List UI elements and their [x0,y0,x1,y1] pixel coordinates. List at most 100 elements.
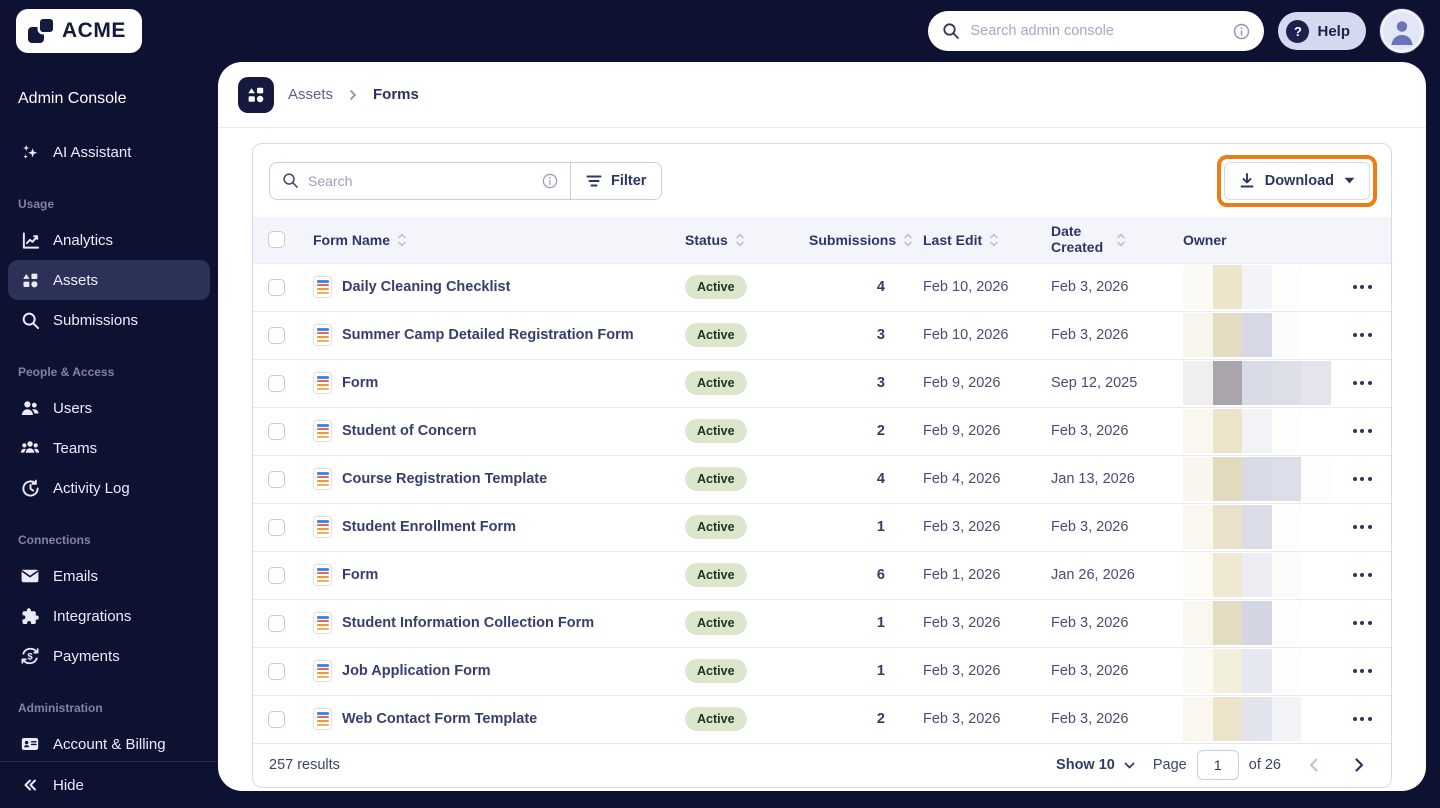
filter-button[interactable]: Filter [571,162,662,199]
row-actions-button[interactable] [1349,567,1376,583]
row-actions-button[interactable] [1349,519,1376,535]
sidebar-item-account-billing[interactable]: Account & Billing [8,724,210,764]
acme-logo[interactable]: ACME [16,9,142,53]
table-row[interactable]: Student Enrollment Form Active 1 Feb 3, … [253,502,1391,551]
form-name[interactable]: Web Contact Form Template [342,711,537,727]
table-row[interactable]: Student of Concern Active 2 Feb 9, 2026 … [253,406,1391,455]
table-row[interactable]: Web Contact Form Template Active 2 Feb 3… [253,694,1391,743]
form-name[interactable]: Course Registration Template [342,471,547,487]
owner-redacted [1183,505,1331,550]
sidebar-item-teams[interactable]: Teams [8,428,210,468]
sort-icon[interactable] [989,233,999,247]
last-edit-date: Feb 4, 2026 [923,471,1001,488]
sidebar-item-label: Analytics [53,231,114,249]
date-created: Feb 3, 2026 [1051,711,1129,728]
form-name[interactable]: Student Enrollment Form [342,519,516,535]
sidebar-item-analytics[interactable]: Analytics [8,220,210,260]
form-icon [313,516,332,539]
topbar: ACME ? Help [0,0,1440,62]
sort-icon[interactable] [1116,233,1126,247]
assets-icon [20,270,40,290]
sidebar-item-label: Teams [53,439,98,457]
row-actions-button[interactable] [1349,423,1376,439]
sidebar-item-payments[interactable]: $ Payments [8,636,210,676]
sidebar-item-emails[interactable]: Emails [8,556,210,596]
table-search-input[interactable] [308,172,533,189]
row-checkbox[interactable] [267,278,285,296]
search-icon [942,22,960,40]
table-header: Form Name Status Submissions Last Edit D… [253,217,1391,263]
table-row[interactable]: Student Information Collection Form Acti… [253,598,1391,647]
form-name[interactable]: Summer Camp Detailed Registration Form [342,327,634,343]
help-button[interactable]: ? Help [1278,12,1366,50]
sort-icon[interactable] [397,233,407,247]
next-page-button[interactable] [1345,751,1373,779]
sort-icon[interactable] [735,233,745,247]
row-checkbox[interactable] [267,422,285,440]
table-row[interactable]: Daily Cleaning Checklist Active 4 Feb 10… [253,262,1391,311]
row-checkbox[interactable] [267,326,285,344]
form-name[interactable]: Form [342,567,378,583]
admin-search-box[interactable] [928,11,1265,51]
date-created: Jan 13, 2026 [1051,471,1135,488]
info-icon[interactable] [1233,23,1250,40]
row-checkbox[interactable] [267,662,285,680]
sidebar-item-users[interactable]: Users [8,388,210,428]
row-checkbox[interactable] [267,470,285,488]
sidebar-item-integrations[interactable]: Integrations [8,596,210,636]
table-search-box[interactable] [270,163,570,199]
user-avatar[interactable] [1380,9,1424,53]
last-edit-date: Feb 9, 2026 [923,423,1001,440]
last-edit-date: Feb 10, 2026 [923,327,1009,344]
sort-icon[interactable] [903,233,913,247]
form-name[interactable]: Daily Cleaning Checklist [342,279,510,295]
row-checkbox[interactable] [267,710,285,728]
select-all-checkbox[interactable] [267,231,285,249]
table-row[interactable]: Form Active 6 Feb 1, 2026 Jan 26, 2026 [253,550,1391,599]
form-name[interactable]: Form [342,375,378,391]
page-number-input[interactable] [1196,750,1239,781]
row-actions-button[interactable] [1349,663,1376,679]
page-size-select[interactable]: Show 10 [1056,757,1135,773]
sidebar-item-submissions[interactable]: Submissions [8,300,210,340]
sidebar-item-label: Assets [53,271,99,289]
sidebar-item-assets[interactable]: Assets [8,260,210,300]
row-checkbox[interactable] [267,374,285,392]
assets-tile-icon [238,76,274,113]
row-actions-button[interactable] [1349,375,1376,391]
form-icon [313,612,332,635]
row-actions-button[interactable] [1349,471,1376,487]
hide-sidebar-button[interactable]: Hide [8,764,210,806]
date-created: Feb 3, 2026 [1051,279,1129,296]
row-checkbox[interactable] [267,566,285,584]
table-row[interactable]: Summer Camp Detailed Registration Form A… [253,310,1391,359]
form-name[interactable]: Student of Concern [342,423,477,439]
download-button[interactable]: Download [1223,161,1370,200]
info-icon[interactable] [542,173,558,189]
row-actions-button[interactable] [1349,279,1376,295]
previous-page-button[interactable] [1299,751,1327,779]
row-actions-button[interactable] [1349,615,1376,631]
status-badge: Active [685,611,747,636]
sidebar-item-ai-assistant[interactable]: AI Assistant [8,132,210,172]
table-row[interactable]: Course Registration Template Active 4 Fe… [253,454,1391,503]
page-total: of 26 [1248,757,1281,774]
sidebar-title: Admin Console [18,90,127,107]
row-checkbox[interactable] [267,518,285,536]
owner-redacted [1183,553,1331,598]
breadcrumb-current: Forms [373,86,419,103]
sidebar-item-activity-log[interactable]: Activity Log [8,468,210,508]
row-actions-button[interactable] [1349,711,1376,727]
form-name[interactable]: Job Application Form [342,663,491,679]
table-row[interactable]: Job Application Form Active 1 Feb 3, 202… [253,646,1391,695]
row-actions-button[interactable] [1349,327,1376,343]
breadcrumb-assets-link[interactable]: Assets [288,86,333,103]
row-checkbox[interactable] [267,614,285,632]
admin-search-input[interactable] [970,23,1224,39]
form-icon [313,708,332,731]
form-icon [313,372,332,395]
form-name[interactable]: Student Information Collection Form [342,615,594,631]
sidebar-section: Connections Emails Integrations $ Paymen… [8,533,210,676]
table-row[interactable]: Form Active 3 Feb 9, 2026 Sep 12, 2025 [253,358,1391,407]
search-icon [282,172,299,189]
